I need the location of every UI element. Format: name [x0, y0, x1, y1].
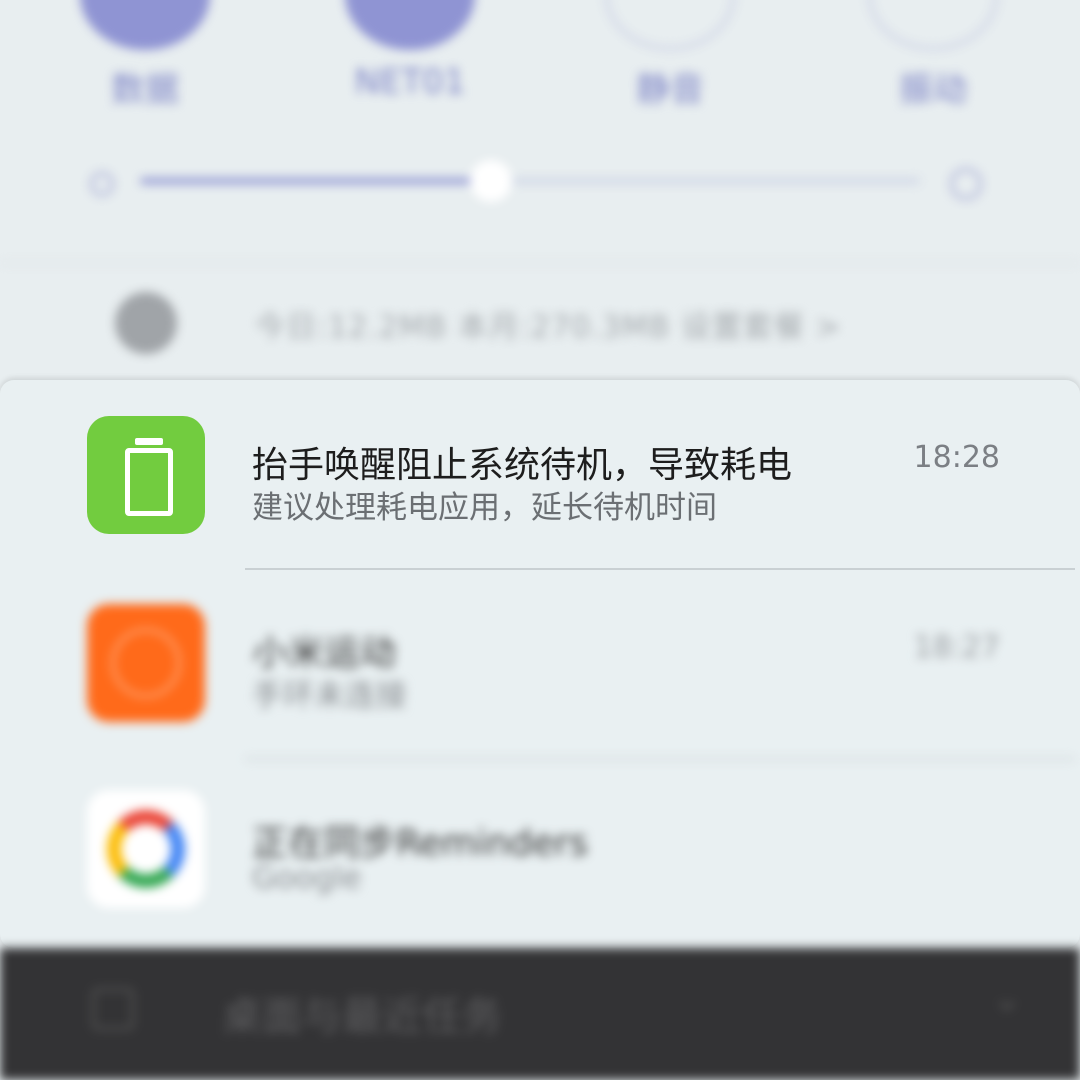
recent-tasks-bar[interactable]: 桌面与最近任务 ⌄ [0, 948, 1080, 1080]
notification-mi-fit[interactable]: 小米运动 手环未连接 18:27 [0, 570, 1080, 756]
notification-subtitle: 建议处理耗电应用，延长待机时间 [252, 490, 717, 526]
data-usage-icon [115, 292, 177, 354]
data-usage-row[interactable]: 今日:12.2MB 本月:270.3MB 设置套餐 > [0, 262, 1080, 374]
notification-subtitle: 手环未连接 [252, 678, 407, 714]
notification-subtitle: Google [252, 860, 362, 896]
brightness-low-icon [90, 172, 114, 196]
notification-time: 18:27 [913, 630, 1000, 665]
notification-battery[interactable]: 抬手唤醒阻止系统待机，导致耗电 建议处理耗电应用，延长待机时间 18:28 [0, 380, 1080, 566]
qs-toggle-network[interactable] [345, 0, 475, 50]
mi-fit-icon [87, 604, 205, 722]
battery-icon [87, 416, 205, 534]
google-icon [87, 790, 205, 908]
chevron-down-icon: ⌄ [991, 978, 1022, 1019]
qs-label-data: 数据 [111, 70, 179, 110]
qs-label-vibrate: 振动 [899, 70, 967, 110]
brightness-slider-fill [140, 178, 491, 184]
data-usage-text: 今日:12.2MB 本月:270.3MB 设置套餐 > [255, 310, 842, 345]
brightness-auto-icon[interactable] [950, 168, 982, 200]
qs-toggle-data[interactable] [80, 0, 210, 50]
notification-title: 小米运动 [252, 633, 397, 674]
notification-title: 抬手唤醒阻止系统待机，导致耗电 [252, 445, 793, 486]
qs-label-silent: 静音 [636, 70, 704, 110]
qs-toggle-vibrate[interactable] [868, 0, 998, 50]
recents-icon [92, 988, 134, 1030]
quick-settings-toggles [0, 0, 1080, 50]
brightness-slider[interactable] [140, 160, 920, 202]
recent-tasks-label: 桌面与最近任务 [222, 994, 502, 1040]
notification-time: 18:28 [913, 440, 1000, 475]
notification-google[interactable]: 正在同步Reminders Google [0, 760, 1080, 946]
brightness-slider-thumb[interactable] [470, 160, 512, 202]
notification-card: 抬手唤醒阻止系统待机，导致耗电 建议处理耗电应用，延长待机时间 18:28 小米… [0, 380, 1080, 948]
notification-title: 正在同步Reminders [252, 823, 588, 864]
qs-label-network: NET01 [354, 62, 466, 102]
qs-toggle-silent[interactable] [605, 0, 735, 50]
